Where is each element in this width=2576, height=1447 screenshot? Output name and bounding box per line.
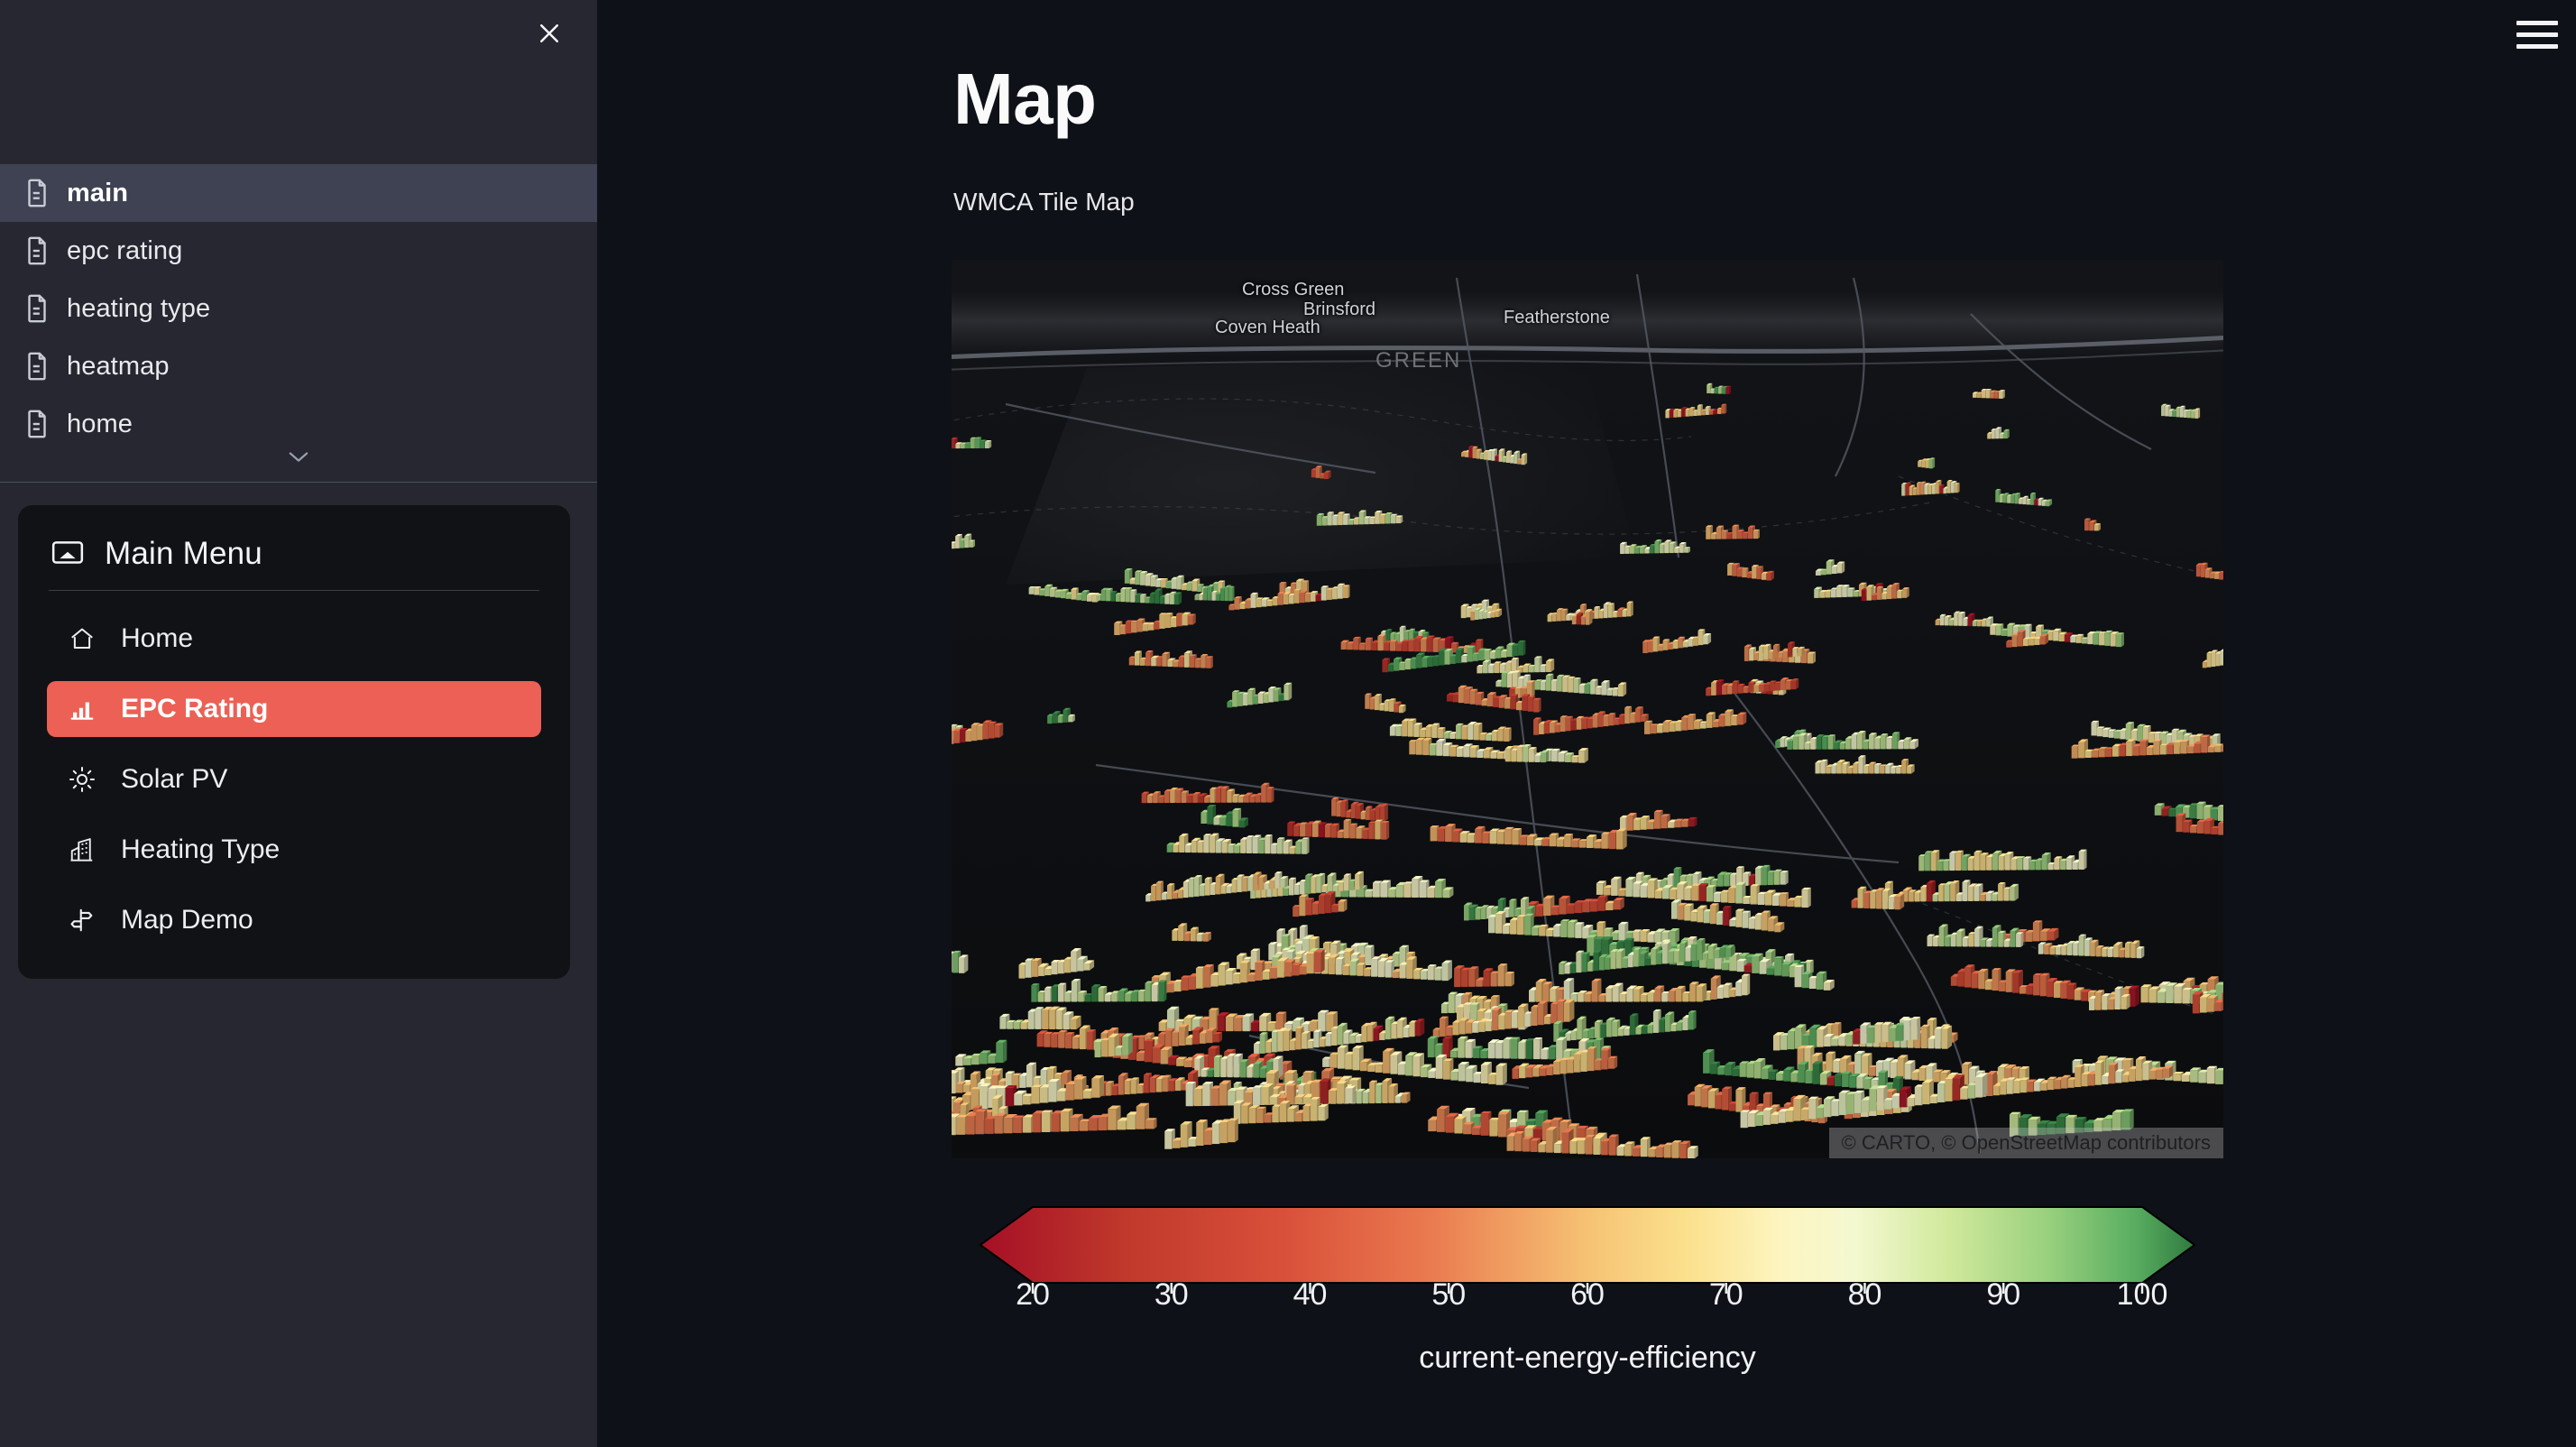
menu-item-home[interactable]: Home (47, 611, 541, 667)
document-icon (22, 351, 52, 382)
hamburger-bar (2516, 43, 2558, 49)
colorbar-tick-label: 70 (1708, 1277, 1743, 1312)
hamburger-menu-button[interactable] (2516, 16, 2558, 52)
menu-item-label: Solar PV (121, 764, 228, 794)
menu-item-map-demo[interactable]: Map Demo (47, 892, 541, 948)
close-icon (536, 20, 563, 51)
document-icon (22, 293, 52, 324)
menu-item-label: Heating Type (121, 834, 281, 864)
sidebar-item-label: home (67, 409, 133, 438)
sidebar-item-heatmap[interactable]: heatmap (0, 337, 597, 395)
sidebar-item-main[interactable]: main (0, 164, 597, 222)
sidebar-item-heating-type[interactable]: heating type (0, 280, 597, 337)
house-icon (69, 625, 97, 652)
colorbar-tick-label: 30 (1154, 1277, 1189, 1312)
sidebar-item-epc-rating[interactable]: epc rating (0, 222, 597, 280)
cast-screen-icon (51, 537, 85, 571)
colorbar-tick-label: 40 (1293, 1277, 1328, 1312)
menu-item-label: Home (121, 623, 194, 653)
main-menu-header: Main Menu (47, 530, 541, 590)
main-menu-card: Main Menu Home EPC Rating Solar PV Heati… (18, 505, 570, 979)
map-label: Coven Heath (1215, 318, 1320, 337)
colorbar-tick-label: 90 (1986, 1277, 2021, 1312)
hamburger-bar (2516, 32, 2558, 37)
colorbar-tick-label: 100 (2116, 1277, 2168, 1312)
bar-chart-icon (69, 696, 97, 723)
sidebar-divider (0, 482, 597, 483)
sun-icon (69, 766, 97, 793)
colorbar-tick-label: 80 (1847, 1277, 1882, 1312)
sidebar-item-home[interactable]: home (0, 395, 597, 453)
map-label: Cross Green (1242, 280, 1345, 300)
colorbar-tick-label: 50 (1431, 1277, 1467, 1312)
sidebar-item-label: epc rating (67, 235, 183, 265)
map-attribution[interactable]: © CARTO, © OpenStreetMap contributors (1828, 1128, 2223, 1158)
document-icon (22, 178, 52, 208)
menu-item-label: EPC Rating (121, 694, 269, 724)
sidebar: main epc rating heating type heatmap hom… (0, 0, 597, 1447)
page-subtitle: WMCA Tile Map (953, 188, 1135, 216)
app-root: main epc rating heating type heatmap hom… (0, 0, 2576, 1447)
main-menu-title: Main Menu (105, 536, 262, 571)
signpost-icon (69, 907, 97, 934)
map-viewport[interactable]: Cross Green Brinsford Featherstone Coven… (952, 260, 2223, 1158)
page-navigation-list[interactable]: main epc rating heating type heatmap hom… (0, 164, 597, 455)
hamburger-bar (2516, 20, 2558, 25)
colorbar-tick-label: 20 (1016, 1277, 1050, 1312)
colorbar-tick-label: 60 (1570, 1277, 1605, 1312)
document-icon (22, 409, 52, 439)
sidebar-item-label: heating type (67, 293, 211, 323)
sidebar-close-button[interactable] (523, 9, 575, 61)
page-title: Map (953, 59, 1097, 139)
building-icon (69, 836, 97, 863)
colorbar-legend: 20 30 40 50 60 70 80 90 100 current-energy-effic… (952, 1191, 2223, 1443)
document-icon (22, 235, 52, 266)
menu-item-label: Map Demo (121, 905, 253, 935)
menu-item-epc-rating[interactable]: EPC Rating (47, 681, 541, 737)
map-label: Featherstone (1504, 308, 1610, 327)
colorbar-axis-label: current-energy-efficiency (1419, 1341, 1756, 1375)
menu-item-solar-pv[interactable]: Solar PV (47, 751, 541, 807)
nav-scroll-more-button[interactable] (0, 449, 597, 464)
map-label: GREEN (1375, 348, 1462, 373)
sidebar-item-label: main (67, 178, 129, 207)
main-menu-divider (49, 590, 539, 591)
menu-item-heating-type[interactable]: Heating Type (47, 822, 541, 878)
map-3d-buildings-canvas[interactable] (952, 260, 2223, 1158)
sidebar-item-label: heatmap (67, 351, 170, 381)
chevron-down-icon (289, 452, 308, 462)
